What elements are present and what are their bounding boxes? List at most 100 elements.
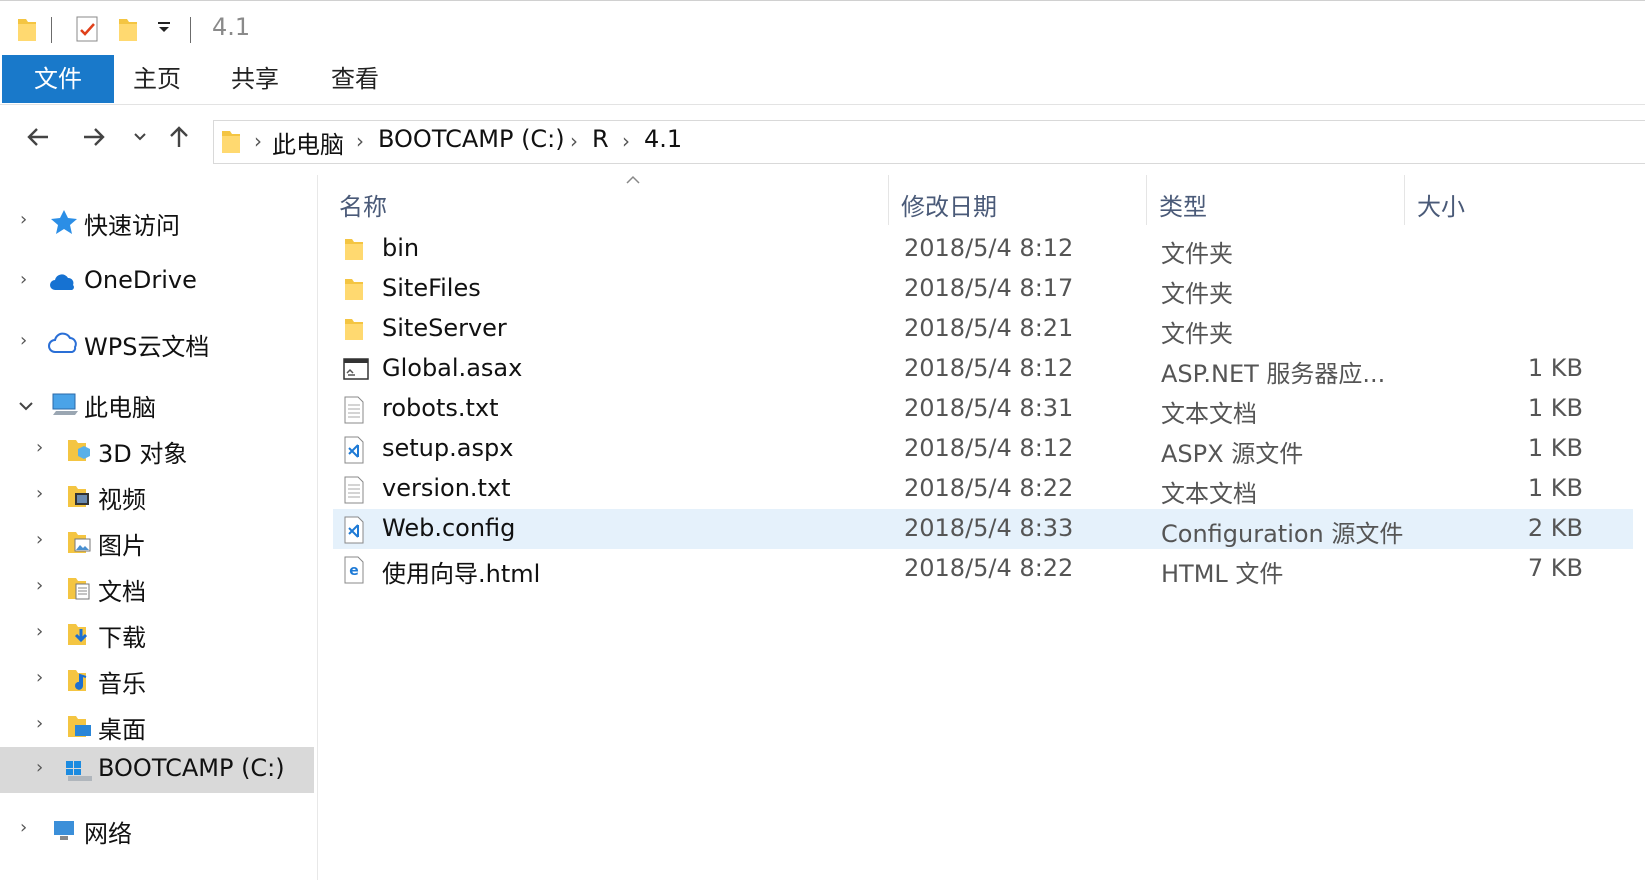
chevron-right-icon[interactable]: ›: [36, 437, 43, 458]
folder-icon: [220, 127, 242, 161]
customize-toolbar-dropdown-icon[interactable]: [156, 19, 172, 39]
file-row[interactable]: Global.asax 2018/5/4 8:12 ASP.NET 服务器应..…: [333, 349, 1633, 389]
sidebar-item-network[interactable]: › 网络: [0, 807, 314, 853]
sidebar-item-downloads[interactable]: › 下载: [0, 611, 314, 657]
file-date: 2018/5/4 8:17: [904, 274, 1074, 302]
column-header-size[interactable]: 大小: [1405, 175, 1605, 225]
file-name: SiteFiles: [382, 274, 481, 302]
sidebar-item-quick-access[interactable]: › 快速访问: [0, 199, 314, 245]
file-row[interactable]: setup.aspx 2018/5/4 8:12 ASPX 源文件 1 KB: [333, 429, 1633, 469]
up-button[interactable]: [161, 119, 197, 155]
file-list: 名称 修改日期 类型 大小 bin 2018/5/4 8:12 文件夹 Site…: [330, 175, 1645, 880]
sidebar-item-this-pc[interactable]: 此电脑: [0, 381, 314, 427]
chevron-right-icon[interactable]: ›: [20, 817, 27, 838]
sidebar-item-label: 快速访问: [84, 212, 180, 240]
window-title: 4.1: [212, 13, 251, 41]
recent-locations-button[interactable]: [122, 119, 158, 155]
sidebar-item-videos[interactable]: › 视频: [0, 473, 314, 519]
network-icon: [50, 817, 78, 843]
desktop-folder-icon: [66, 713, 94, 739]
documents-folder-icon: [66, 575, 94, 601]
chevron-right-icon[interactable]: ›: [356, 129, 364, 153]
chevron-right-icon[interactable]: ›: [36, 667, 43, 688]
file-row[interactable]: robots.txt 2018/5/4 8:31 文本文档 1 KB: [333, 389, 1633, 429]
breadcrumb-this-pc[interactable]: 此电脑: [272, 125, 344, 160]
file-type: ASPX 源文件: [1161, 440, 1304, 468]
sidebar-item-music[interactable]: › 音乐: [0, 657, 314, 703]
toolbar-divider: [190, 17, 191, 43]
sidebar-item-documents[interactable]: › 文档: [0, 565, 314, 611]
properties-icon[interactable]: [75, 15, 99, 47]
videos-folder-icon: [66, 483, 94, 509]
breadcrumb-r[interactable]: R: [592, 125, 609, 153]
column-header-label: 修改日期: [901, 193, 997, 221]
file-type: 文件夹: [1161, 280, 1233, 308]
sidebar-item-pictures[interactable]: › 图片: [0, 519, 314, 565]
chevron-right-icon[interactable]: ›: [36, 757, 43, 778]
sidebar-item-label: WPS云文档: [84, 333, 210, 361]
tab-home[interactable]: 主页: [114, 55, 200, 103]
chevron-right-icon[interactable]: ›: [36, 621, 43, 642]
cloud-icon: [48, 269, 76, 295]
file-type: HTML 文件: [1161, 560, 1284, 588]
file-name: SiteServer: [382, 314, 507, 342]
navigation-pane: › 快速访问 › OneDrive › WPS云文档 此电脑 › 3D 对象 ›…: [0, 175, 318, 880]
column-header-name[interactable]: 名称: [330, 175, 888, 225]
chevron-right-icon[interactable]: ›: [254, 129, 262, 153]
sidebar-item-bootcamp[interactable]: › BOOTCAMP (C:): [0, 747, 314, 793]
forward-button[interactable]: [76, 119, 112, 155]
folder-icon[interactable]: [16, 15, 38, 47]
chevron-right-icon[interactable]: ›: [622, 129, 630, 153]
folder-icon: [343, 276, 369, 304]
file-date: 2018/5/4 8:33: [904, 514, 1074, 542]
file-row[interactable]: e 使用向导.html 2018/5/4 8:22 HTML 文件 7 KB: [333, 549, 1633, 589]
column-header-type[interactable]: 类型: [1147, 175, 1403, 225]
column-header-date[interactable]: 修改日期: [889, 175, 1145, 225]
chevron-right-icon[interactable]: ›: [36, 575, 43, 596]
file-row[interactable]: SiteFiles 2018/5/4 8:17 文件夹: [333, 269, 1633, 309]
vscode-file-icon: [343, 436, 369, 464]
address-bar[interactable]: › 此电脑 › BOOTCAMP (C:) › R › 4.1: [213, 120, 1645, 164]
sidebar-item-3d-objects[interactable]: › 3D 对象: [0, 427, 314, 473]
music-folder-icon: [66, 667, 94, 693]
sidebar-item-desktop[interactable]: › 桌面: [0, 703, 314, 749]
file-row[interactable]: SiteServer 2018/5/4 8:21 文件夹: [333, 309, 1633, 349]
chevron-right-icon[interactable]: ›: [36, 529, 43, 550]
file-row[interactable]: Web.config 2018/5/4 8:33 Configuration 源…: [333, 509, 1633, 549]
file-size: 1 KB: [1527, 474, 1583, 502]
chevron-down-icon[interactable]: [18, 395, 34, 416]
star-icon: [50, 209, 78, 235]
chevron-right-icon[interactable]: ›: [570, 129, 578, 153]
chevron-right-icon[interactable]: ›: [36, 483, 43, 504]
chevron-right-icon[interactable]: ›: [20, 209, 27, 230]
tab-file[interactable]: 文件: [2, 55, 114, 103]
drive-icon: [64, 757, 92, 783]
tab-share[interactable]: 共享: [212, 55, 298, 103]
chevron-right-icon[interactable]: ›: [20, 269, 27, 290]
arrow-right-icon: [84, 128, 105, 146]
back-button[interactable]: [20, 119, 56, 155]
svg-text:e: e: [349, 563, 359, 579]
title-bar: 4.1: [0, 0, 1645, 55]
file-date: 2018/5/4 8:12: [904, 234, 1074, 262]
sidebar-item-onedrive[interactable]: › OneDrive: [0, 259, 314, 305]
column-header-label: 大小: [1417, 193, 1465, 221]
sidebar-item-wps-cloud[interactable]: › WPS云文档: [0, 320, 314, 366]
file-row[interactable]: version.txt 2018/5/4 8:22 文本文档 1 KB: [333, 469, 1633, 509]
sidebar-item-label: 3D 对象: [98, 440, 188, 468]
file-row[interactable]: bin 2018/5/4 8:12 文件夹: [333, 229, 1633, 269]
asax-file-icon: [343, 356, 369, 384]
file-name: Web.config: [382, 514, 516, 542]
tab-view[interactable]: 查看: [312, 55, 398, 103]
chevron-right-icon[interactable]: ›: [20, 330, 27, 351]
breadcrumb-bootcamp[interactable]: BOOTCAMP (C:): [378, 125, 565, 153]
breadcrumb-4-1[interactable]: 4.1: [644, 125, 682, 153]
file-date: 2018/5/4 8:12: [904, 434, 1074, 462]
new-folder-icon[interactable]: [117, 15, 139, 47]
sidebar-item-label: 此电脑: [84, 394, 156, 422]
navigation-bar: › 此电脑 › BOOTCAMP (C:) › R › 4.1: [0, 105, 1645, 169]
file-name: bin: [382, 234, 420, 262]
text-file-icon: [343, 476, 369, 504]
chevron-right-icon[interactable]: ›: [36, 713, 43, 734]
arrow-left-icon: [27, 128, 48, 146]
